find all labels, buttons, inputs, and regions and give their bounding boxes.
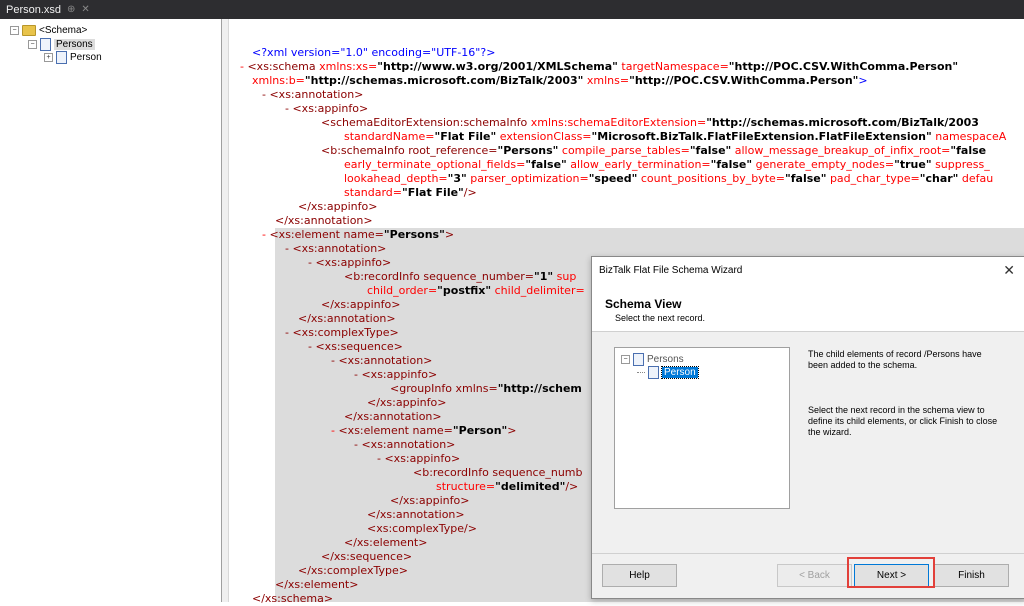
wizard-dialog: BizTalk Flat File Schema Wizard ✕ Schema… <box>591 256 1024 599</box>
code-line: <?xml version="1.0" encoding="UTF-16"?> <box>252 46 496 59</box>
code-line: - <xs:annotation> <box>262 88 364 101</box>
code-line: <b:recordInfo sequence_number="1" sup <box>344 270 577 283</box>
code-line: standard="Flat File"/> <box>344 186 477 199</box>
info-text-instructions: Select the next record in the schema vie… <box>808 405 998 437</box>
code-line: - <xs:appinfo> <box>308 256 392 269</box>
code-line: </xs:appinfo> <box>390 494 470 507</box>
tree-node-schema-label: <Schema> <box>39 24 88 36</box>
folder-icon <box>22 24 36 36</box>
info-text-added: The child elements of record /Persons ha… <box>808 349 982 370</box>
code-line: - <xs:annotation> <box>331 354 433 367</box>
collapse-icon[interactable]: − <box>28 39 37 49</box>
dialog-heading: Schema View <box>605 297 682 311</box>
code-line: </xs:annotation> <box>367 508 465 521</box>
code-line: lookahead_depth="3" parser_optimization=… <box>344 172 994 185</box>
help-button[interactable]: Help <box>602 564 677 587</box>
finish-button[interactable]: Finish <box>934 564 1009 587</box>
code-line: <b:schemaInfo root_reference="Persons" c… <box>321 144 987 157</box>
tree-node-person-label: Person <box>661 365 699 379</box>
code-line: </xs:element> <box>275 578 359 591</box>
splitter[interactable] <box>222 19 229 602</box>
record-icon <box>633 352 644 366</box>
dialog-header: Schema View Select the next record. <box>592 283 1024 332</box>
close-tab-icon[interactable]: ✕ <box>81 4 89 15</box>
code-line: <xs:complexType/> <box>367 522 477 535</box>
pin-icon[interactable]: ⊕ <box>67 4 75 15</box>
code-line: </xs:appinfo> <box>298 200 378 213</box>
tree-connector <box>637 371 645 373</box>
code-line: - <xs:appinfo> <box>377 452 461 465</box>
code-line: </xs:complexType> <box>298 564 408 577</box>
code-line: structure="delimited"/> <box>436 480 579 493</box>
tree-node-person-label: Person <box>70 51 102 63</box>
collapse-icon[interactable]: − <box>621 354 630 364</box>
close-icon[interactable]: ✕ <box>1003 262 1015 279</box>
document-tab-bar: Person.xsd ⊕ ✕ <box>0 0 1024 19</box>
code-line: - <xs:appinfo> <box>285 102 369 115</box>
back-button[interactable]: < Back <box>777 564 852 587</box>
code-line: - <xs:appinfo> <box>354 368 438 381</box>
code-line: </xs:annotation> <box>275 214 373 227</box>
code-line: - <xs:schema xmlns:xs="http://www.w3.org… <box>240 60 959 73</box>
separator <box>592 553 1024 554</box>
code-line: - <xs:complexType> <box>285 326 399 339</box>
code-line: - <xs:element name="Person"> <box>331 424 517 437</box>
schema-view-tree[interactable]: − Persons Person <box>614 347 790 509</box>
tree-node-schema[interactable]: − <Schema> <box>10 23 87 37</box>
tab-title: Person.xsd <box>6 3 62 16</box>
code-line: - <xs:sequence> <box>308 340 403 353</box>
tree-node-person[interactable]: Person <box>637 365 699 379</box>
highlight-box <box>847 557 935 588</box>
tree-node-persons-label: Persons <box>647 353 684 365</box>
code-line: early_terminate_optional_fields="false" … <box>344 158 990 171</box>
dialog-subheading: Select the next record. <box>615 313 706 323</box>
code-line: </xs:sequence> <box>321 550 413 563</box>
code-line: </xs:appinfo> <box>367 396 447 409</box>
tree-node-person[interactable]: + Person <box>44 50 102 64</box>
tree-node-persons[interactable]: − Persons <box>621 352 684 366</box>
code-line: - <xs:annotation> <box>354 438 456 451</box>
code-line: <groupInfo xmlns="http://schem <box>390 382 582 395</box>
code-line: <b:recordInfo sequence_numb <box>413 466 583 479</box>
record-icon <box>56 50 67 64</box>
record-icon <box>648 365 659 379</box>
code-line: </xs:annotation> <box>344 410 442 423</box>
code-line: child_order="postfix" child_delimiter= <box>367 284 585 297</box>
code-line: standardName="Flat File" extensionClass=… <box>344 130 1007 143</box>
code-line: <schemaEditorExtension:schemaInfo xmlns:… <box>321 116 979 129</box>
collapse-icon[interactable]: − <box>10 25 19 35</box>
tree-node-persons-label: Persons <box>54 38 95 50</box>
document-tab[interactable]: Person.xsd ⊕ ✕ <box>0 0 96 19</box>
code-line: </xs:appinfo> <box>321 298 401 311</box>
dialog-title: BizTalk Flat File Schema Wizard <box>599 265 743 276</box>
code-line: - <xs:annotation> <box>285 242 387 255</box>
tree-node-persons[interactable]: − Persons <box>28 37 95 51</box>
code-line: - <xs:element name="Persons"> <box>262 228 455 241</box>
dialog-titlebar[interactable]: BizTalk Flat File Schema Wizard ✕ <box>592 257 1024 283</box>
schema-tree-pane: − <Schema> − Persons + Person <box>0 19 222 602</box>
record-icon <box>40 37 51 51</box>
code-line: </xs:schema> <box>252 592 334 605</box>
code-line: </xs:annotation> <box>298 312 396 325</box>
expand-icon[interactable]: + <box>44 52 53 62</box>
code-line: </xs:element> <box>344 536 428 549</box>
code-line: xmlns:b="http://schemas.microsoft.com/Bi… <box>252 74 868 87</box>
